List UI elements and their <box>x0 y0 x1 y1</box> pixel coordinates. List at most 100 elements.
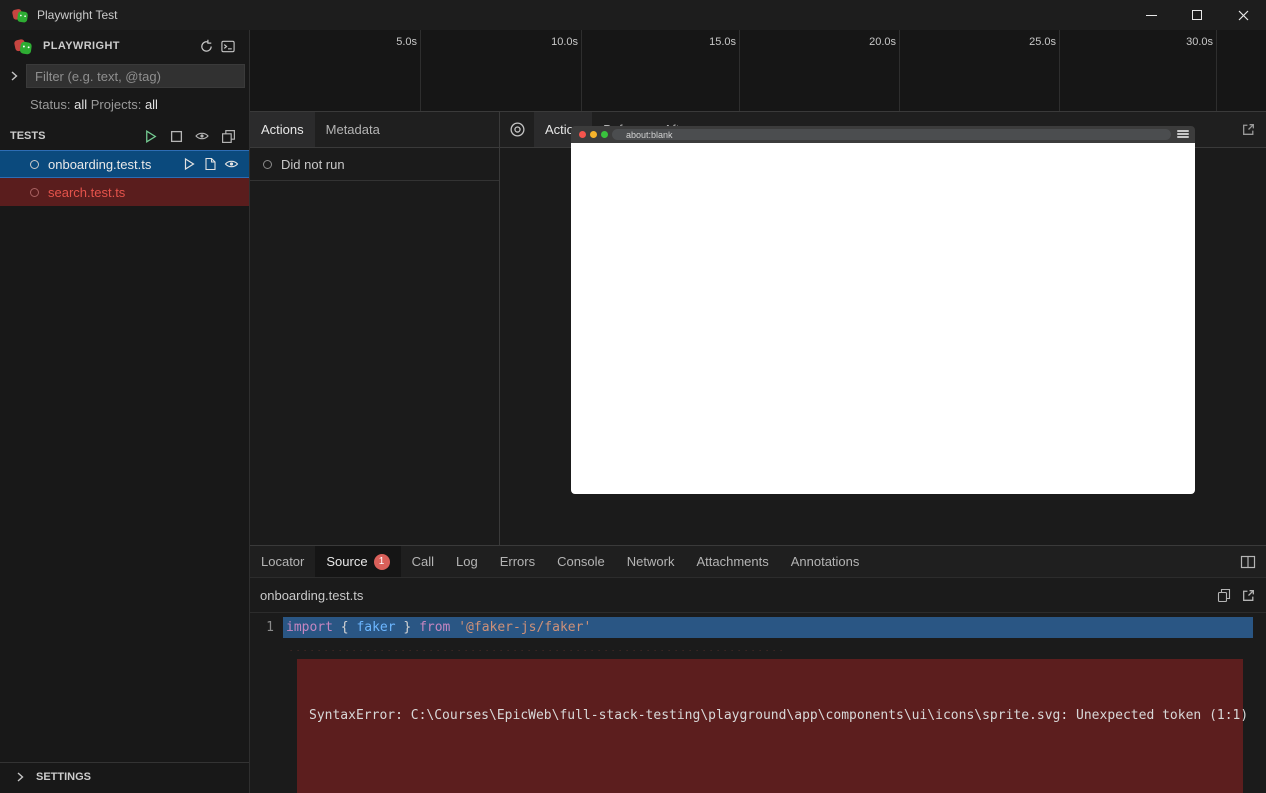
test-status-icon <box>30 160 39 169</box>
watch-test-button[interactable] <box>224 157 239 171</box>
tab-actions[interactable]: Actions <box>250 112 315 147</box>
run-all-button[interactable] <box>139 125 161 147</box>
tab-locator[interactable]: Locator <box>250 546 315 577</box>
source-code-highlighted: import { faker } from '@faker-js/faker' <box>283 617 1253 638</box>
tab-log[interactable]: Log <box>445 546 489 577</box>
toggle-split-view-button[interactable] <box>1240 555 1256 569</box>
chevron-right-icon[interactable] <box>8 70 20 82</box>
open-source-external-button[interactable] <box>1241 588 1256 603</box>
play-icon <box>182 157 196 171</box>
show-terminal-button[interactable] <box>217 35 239 57</box>
line-number: 1 <box>250 620 283 635</box>
play-icon <box>143 129 158 144</box>
split-view-icon <box>1240 555 1256 569</box>
source-line-1: 1 import { faker } from '@faker-js/faker… <box>250 616 1266 638</box>
collapse-all-icon <box>221 129 236 144</box>
sidebar-title: PLAYWRIGHT <box>43 40 195 52</box>
tab-label: Network <box>627 554 675 569</box>
close-button[interactable] <box>1220 0 1266 30</box>
tab-errors[interactable]: Errors <box>489 546 546 577</box>
browser-chrome: about:blank <box>571 126 1195 143</box>
timeline[interactable]: 5.0s 10.0s 15.0s 20.0s 25.0s 30.0s <box>250 30 1266 112</box>
eye-icon <box>224 157 239 171</box>
tab-annotations[interactable]: Annotations <box>780 546 871 577</box>
timeline-tick-label: 10.0s <box>551 36 578 48</box>
page-url: about:blank <box>626 130 673 140</box>
run-test-button[interactable] <box>182 157 196 171</box>
external-link-icon <box>1241 122 1256 137</box>
timeline-tick-label: 25.0s <box>1029 36 1056 48</box>
minimize-icon <box>1146 15 1157 16</box>
settings-section[interactable]: SETTINGS <box>0 762 249 790</box>
playwright-logo-icon <box>12 8 29 23</box>
tab-label: Console <box>557 554 605 569</box>
projects-label: Projects: <box>91 97 142 112</box>
settings-title: SETTINGS <box>36 771 91 783</box>
refresh-icon <box>199 39 214 54</box>
did-not-run-label: Did not run <box>281 157 345 172</box>
filter-input[interactable] <box>26 64 245 88</box>
details-panel: Locator Source 1 Call Log Errors Console… <box>250 545 1266 793</box>
maximize-button[interactable] <box>1174 0 1220 30</box>
copy-source-button[interactable] <box>1217 588 1231 603</box>
tab-label: Actions <box>261 122 304 137</box>
tab-label: Attachments <box>696 554 768 569</box>
blank-line <box>309 761 1229 779</box>
tab-label: Locator <box>261 554 304 569</box>
tab-attachments[interactable]: Attachments <box>685 546 779 577</box>
sidebar: PLAYWRIGHT Status: <box>0 30 250 793</box>
actions-panel: Actions Metadata Did not run <box>250 112 500 545</box>
error-squiggle <box>286 639 783 651</box>
chevron-right-icon <box>14 771 26 783</box>
stop-icon <box>170 130 183 143</box>
sidebar-header: PLAYWRIGHT <box>0 30 249 62</box>
test-status-icon <box>30 188 39 197</box>
tab-console[interactable]: Console <box>546 546 616 577</box>
action-list-item-did-not-run[interactable]: Did not run <box>250 148 499 181</box>
menu-icon <box>1177 130 1189 139</box>
traffic-light-red-icon <box>579 131 586 138</box>
reload-tests-button[interactable] <box>195 35 217 57</box>
snapshot-panel: Action Before After <box>500 112 1266 545</box>
test-file-onboarding[interactable]: onboarding.test.ts <box>0 150 249 178</box>
tab-call[interactable]: Call <box>401 546 445 577</box>
tab-metadata[interactable]: Metadata <box>315 112 391 147</box>
pick-locator-button[interactable] <box>500 112 534 147</box>
source-file-name: onboarding.test.ts <box>260 588 363 603</box>
tab-network[interactable]: Network <box>616 546 686 577</box>
maximize-icon <box>1192 10 1202 20</box>
tab-label: Annotations <box>791 554 860 569</box>
status-circle-icon <box>263 160 272 169</box>
projects-value: all <box>145 97 158 112</box>
page-snapshot: about:blank <box>571 126 1195 494</box>
address-bar: about:blank <box>612 129 1171 140</box>
status-value: all <box>74 97 87 112</box>
tab-label: Log <box>456 554 478 569</box>
tab-label: Call <box>412 554 434 569</box>
timeline-gridline: 30.0s <box>1216 30 1217 111</box>
timeline-gridline: 20.0s <box>899 30 900 111</box>
timeline-tick-label: 5.0s <box>396 36 417 48</box>
test-file-name: onboarding.test.ts <box>48 157 182 172</box>
playwright-test-window: Playwright Test PLAYWRIGHT <box>0 0 1266 793</box>
syntax-error-box: SyntaxError: C:\Courses\EpicWeb\full-sta… <box>297 659 1243 793</box>
error-message: SyntaxError: C:\Courses\EpicWeb\full-sta… <box>309 707 1229 725</box>
open-snapshot-external-button[interactable] <box>1241 122 1256 137</box>
stop-button[interactable] <box>165 125 187 147</box>
tab-source[interactable]: Source 1 <box>315 546 400 577</box>
details-tabstrip: Locator Source 1 Call Log Errors Console… <box>250 546 1266 578</box>
blank-page-content <box>571 143 1195 494</box>
collapse-all-button[interactable] <box>217 125 239 147</box>
traffic-light-green-icon <box>601 131 608 138</box>
tab-label: Errors <box>500 554 535 569</box>
external-link-icon <box>1241 588 1256 603</box>
timeline-gridline: 5.0s <box>420 30 421 111</box>
watch-all-button[interactable] <box>191 125 213 147</box>
minimize-button[interactable] <box>1128 0 1174 30</box>
open-test-source-button[interactable] <box>203 157 217 171</box>
timeline-gridline: 10.0s <box>581 30 582 111</box>
test-file-search[interactable]: search.test.ts <box>0 178 249 206</box>
source-toolbar: onboarding.test.ts <box>250 578 1266 613</box>
tab-label: Source <box>326 554 367 569</box>
source-viewer[interactable]: 1 import { faker } from '@faker-js/faker… <box>250 613 1266 793</box>
